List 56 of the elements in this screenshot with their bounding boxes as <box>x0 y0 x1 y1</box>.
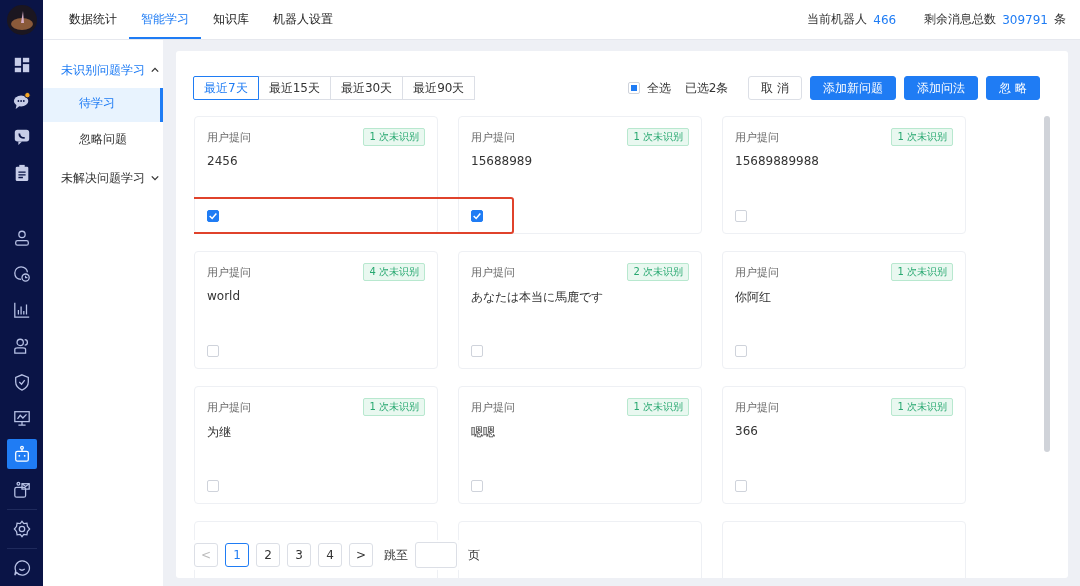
card-label: 用户提问 <box>207 129 251 145</box>
menu-item[interactable]: 待学习 <box>43 88 163 122</box>
page-button[interactable]: 2 <box>256 543 280 567</box>
page-unit: 页 <box>468 546 480 564</box>
question-text: 366 <box>735 424 759 438</box>
card-label: 用户提问 <box>207 264 251 280</box>
page-button[interactable]: 3 <box>287 543 311 567</box>
stat-value: 466 <box>873 12 897 27</box>
question-text: 你阿红 <box>735 289 772 306</box>
question-text: 15688989 <box>471 154 534 168</box>
card-label: 用户提问 <box>471 399 515 415</box>
card-label: 用户提问 <box>735 129 779 145</box>
menu-item[interactable]: 忽略问题 <box>43 124 163 158</box>
range-tab[interactable]: 最近15天 <box>257 76 331 100</box>
selected-count: 已选2条 <box>684 79 729 97</box>
range-tab[interactable]: 最近7天 <box>193 76 259 100</box>
count-tag: 1 次未识别 <box>891 398 953 416</box>
nav-tab[interactable]: 知识库 <box>201 0 261 39</box>
question-text: あなたは本当に馬鹿です <box>471 289 604 306</box>
range-tab[interactable]: 最近90天 <box>402 76 476 100</box>
card-label: 用户提问 <box>735 264 779 280</box>
stat-label: 剩余消息总数 <box>924 11 997 28</box>
action-button[interactable]: 添加问法 <box>904 76 979 100</box>
action-button[interactable]: 取 消 <box>748 76 803 100</box>
menu-group[interactable]: 未识别问题学习 <box>43 52 163 88</box>
jump-label: 跳至 <box>384 546 408 564</box>
count-tag: 1 次未识别 <box>627 398 689 416</box>
stat-value: 309791 <box>1002 12 1048 27</box>
count-tag: 1 次未识别 <box>891 263 953 281</box>
menu-group[interactable]: 未解决问题学习 <box>43 160 163 196</box>
nav-tab[interactable]: 数据统计 <box>57 0 129 39</box>
count-tag: 2 次未识别 <box>627 263 689 281</box>
page-button[interactable]: 1 <box>225 543 249 567</box>
question-text: 嗯嗯 <box>471 424 496 441</box>
count-tag: 1 次未识别 <box>627 128 689 146</box>
nav-tab[interactable]: 机器人设置 <box>261 0 345 39</box>
card-label: 用户提问 <box>471 264 515 280</box>
stat-unit: 条 <box>1054 11 1066 28</box>
count-tag: 1 次未识别 <box>363 128 425 146</box>
action-button[interactable]: 忽 略 <box>986 76 1040 100</box>
action-button[interactable]: 添加新问题 <box>810 76 897 100</box>
select-all-label: 全选 <box>646 79 671 97</box>
count-tag: 1 次未识别 <box>891 128 953 146</box>
range-tab[interactable]: 最近30天 <box>329 76 404 100</box>
card-label: 用户提问 <box>735 399 779 415</box>
question-text: 为继 <box>207 424 232 441</box>
card-label: 用户提问 <box>207 399 251 415</box>
page-button[interactable]: 4 <box>318 543 342 567</box>
count-tag: 1 次未识别 <box>363 398 425 416</box>
question-text: 2456 <box>207 154 239 168</box>
question-text: 15689889988 <box>735 154 820 168</box>
count-tag: 4 次未识别 <box>363 263 425 281</box>
next-page-button[interactable]: > <box>349 543 373 567</box>
question-text: world <box>207 289 242 303</box>
stat-label: 当前机器人 <box>807 11 868 28</box>
card-label: 用户提问 <box>471 129 515 145</box>
